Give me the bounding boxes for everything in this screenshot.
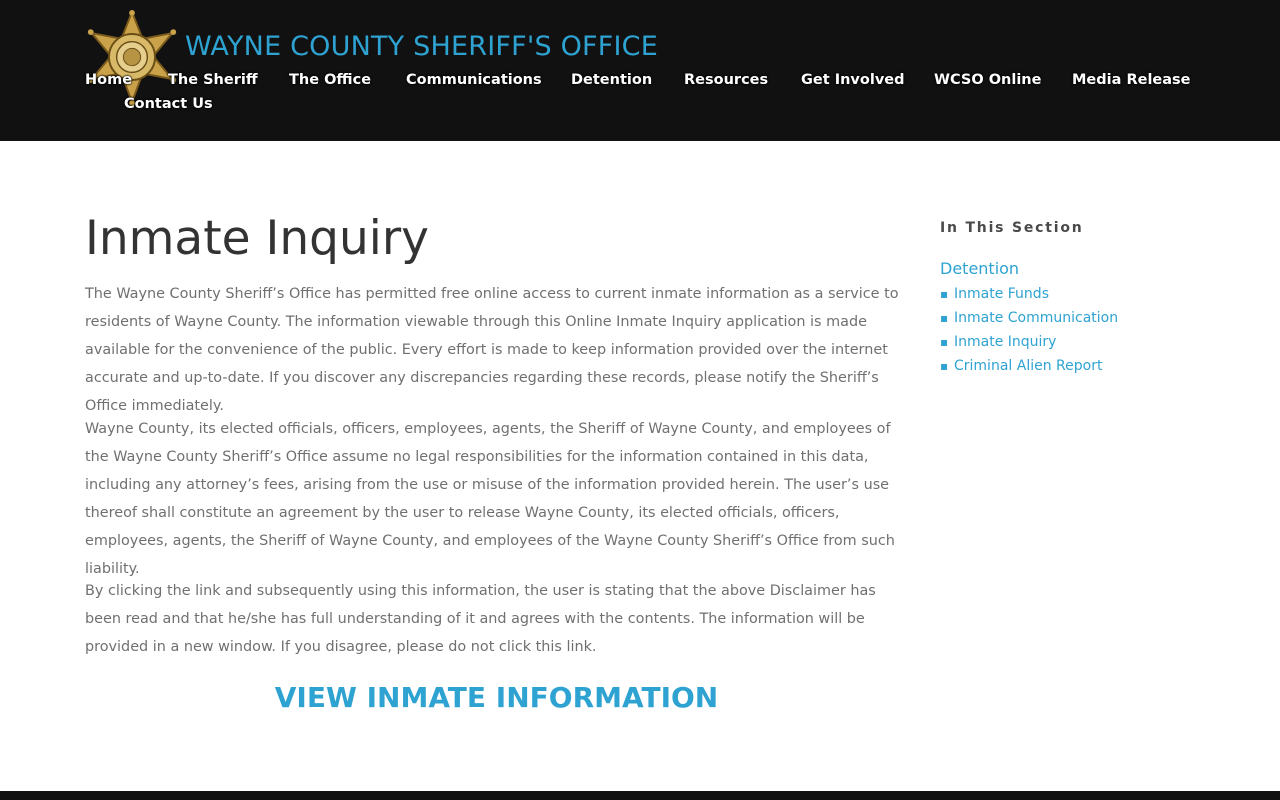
bullet-icon: ▪ [940,311,949,325]
nav-media-release[interactable]: Media Release [1072,68,1191,92]
nav-contact-us[interactable]: Contact Us [124,92,213,116]
nav-get-involved[interactable]: Get Involved [801,68,904,92]
sidebar-list: ▪ Inmate Funds ▪ Inmate Communication ▪ Inm… [940,281,1118,377]
nav-home[interactable]: Home [85,68,132,92]
nav-communications[interactable]: Communications [406,68,542,92]
sidebar-item-inmate-funds[interactable]: Inmate Funds [954,286,1049,302]
sidebar-parent-detention[interactable]: Detention [940,258,1019,280]
sidebar-item: ▪ Inmate Communication [940,305,1118,329]
nav-resources[interactable]: Resources [684,68,768,92]
nav-the-sheriff[interactable]: The Sheriff [168,68,258,92]
bullet-icon: ▪ [940,287,949,301]
site-header: WAYNE COUNTY SHERIFF'S OFFICE Home The S… [0,0,1280,141]
disclaimer-paragraph: Wayne County, its elected officials, off… [85,421,895,577]
sidebar-item: ▪ Criminal Alien Report [940,353,1118,377]
nav-detention[interactable]: Detention [571,68,652,92]
view-inmate-information-link[interactable]: VIEW INMATE INFORMATION [85,678,908,718]
consent-paragraph: By clicking the link and subsequently us… [85,583,876,655]
bullet-icon: ▪ [940,359,949,373]
sidebar-item-inmate-inquiry[interactable]: Inmate Inquiry [954,334,1056,350]
site-footer-bar [0,791,1280,800]
sidebar-item: ▪ Inmate Inquiry [940,329,1118,353]
page-title: Inmate Inquiry [85,211,429,266]
nav-wcso-online[interactable]: WCSO Online [934,68,1041,92]
sidebar-item-criminal-alien-report[interactable]: Criminal Alien Report [954,358,1102,374]
site-title[interactable]: WAYNE COUNTY SHERIFF'S OFFICE [185,30,658,64]
sidebar-item-inmate-communication[interactable]: Inmate Communication [954,310,1118,326]
nav-the-office[interactable]: The Office [289,68,371,92]
sidebar-item: ▪ Inmate Funds [940,281,1118,305]
sidebar-heading: In This Section [940,220,1084,236]
intro-paragraph: The Wayne County Sheriff’s Office has pe… [85,286,899,414]
bullet-icon: ▪ [940,335,949,349]
